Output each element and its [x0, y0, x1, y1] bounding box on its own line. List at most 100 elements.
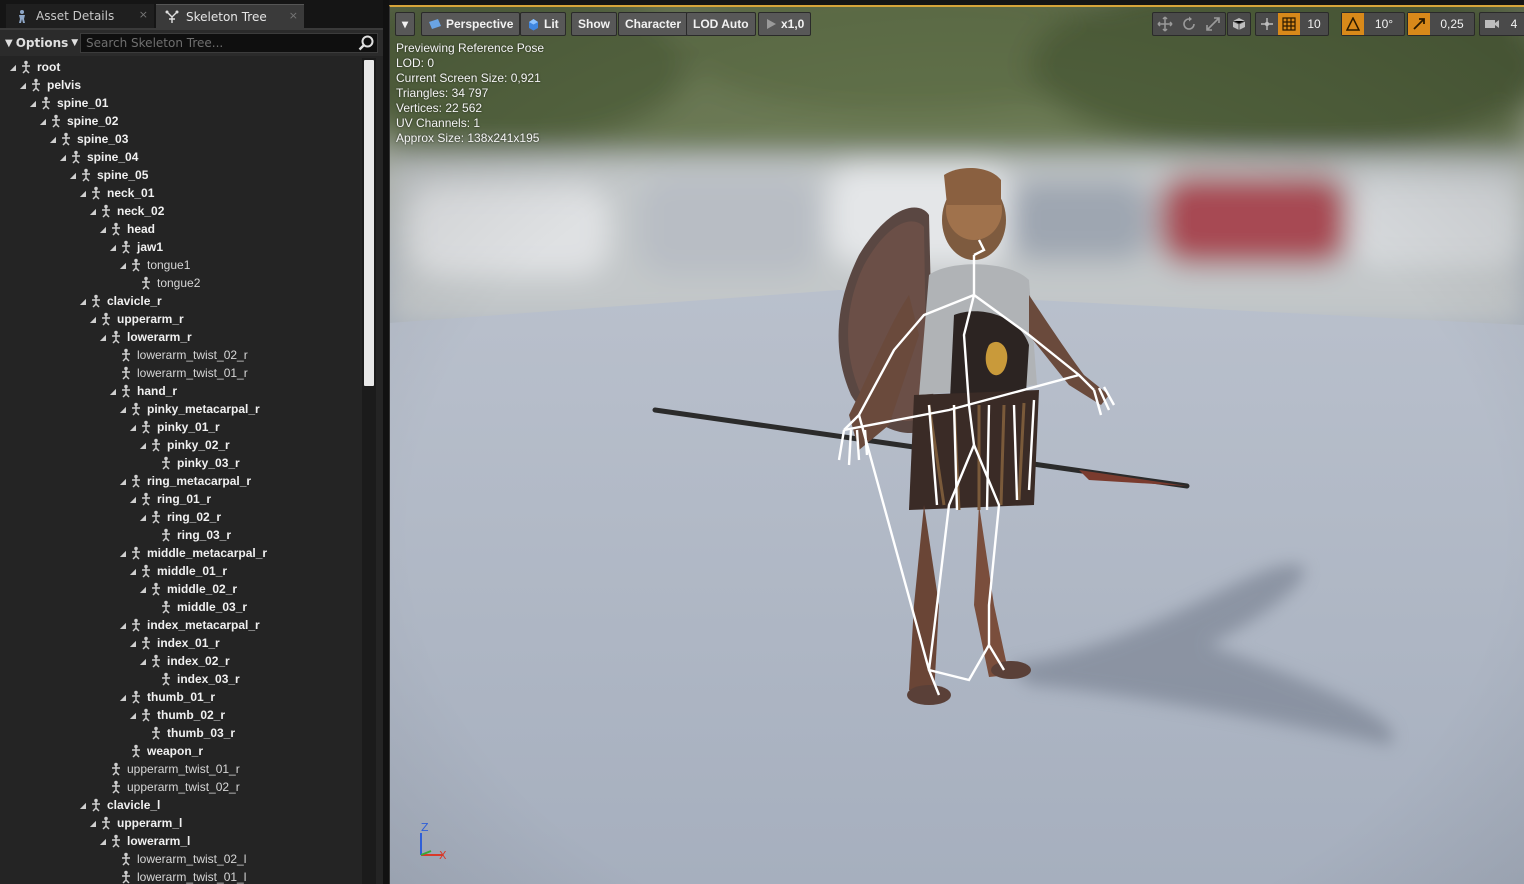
rotate-icon[interactable]: [1177, 13, 1201, 35]
scale-snap-icon[interactable]: [1408, 13, 1430, 35]
tree-row-ring-01-r[interactable]: ◢ ring_01_r: [0, 490, 362, 508]
expand-arrow-icon[interactable]: ◢: [108, 387, 118, 396]
expand-arrow-icon[interactable]: ◢: [128, 567, 138, 576]
tree-row-neck-01[interactable]: ◢ neck_01: [0, 184, 362, 202]
expand-arrow-icon[interactable]: ◢: [68, 171, 78, 180]
expand-arrow-icon[interactable]: ◢: [98, 225, 108, 234]
lod-button[interactable]: LOD Auto: [686, 12, 756, 36]
tree-row-tongue1[interactable]: ◢ tongue1: [0, 256, 362, 274]
show-button[interactable]: Show: [571, 12, 617, 36]
expand-arrow-icon[interactable]: ◢: [18, 81, 28, 90]
tree-row-thumb-03-r[interactable]: thumb_03_r: [0, 724, 362, 742]
options-button[interactable]: ▼ Options ▼: [5, 35, 78, 51]
tree-row-tongue2[interactable]: tongue2: [0, 274, 362, 292]
tab-asset-details[interactable]: Asset Details ×: [6, 4, 154, 28]
tree-row-pinky-01-r[interactable]: ◢ pinky_01_r: [0, 418, 362, 436]
playback-speed-button[interactable]: x1,0: [758, 12, 812, 36]
tree-row-ring-03-r[interactable]: ring_03_r: [0, 526, 362, 544]
tree-row-jaw1[interactable]: ◢ jaw1: [0, 238, 362, 256]
perspective-button[interactable]: Perspective: [421, 12, 521, 36]
expand-arrow-icon[interactable]: ◢: [78, 297, 88, 306]
search-icon[interactable]: [358, 35, 374, 51]
tree-row-ring-02-r[interactable]: ◢ ring_02_r: [0, 508, 362, 526]
tree-row-pinky-03-r[interactable]: pinky_03_r: [0, 454, 362, 472]
surface-snap-icon[interactable]: [1256, 13, 1278, 35]
camera-speed-value[interactable]: 4: [1504, 13, 1524, 35]
tree-row-spine-05[interactable]: ◢ spine_05: [0, 166, 362, 184]
expand-arrow-icon[interactable]: ◢: [118, 549, 128, 558]
scale-snap-value[interactable]: 0,25: [1430, 13, 1474, 35]
expand-arrow-icon[interactable]: ◢: [118, 693, 128, 702]
tree-row-pinky-02-r[interactable]: ◢ pinky_02_r: [0, 436, 362, 454]
expand-arrow-icon[interactable]: ◢: [118, 621, 128, 630]
expand-arrow-icon[interactable]: ◢: [28, 99, 38, 108]
expand-arrow-icon[interactable]: ◢: [118, 261, 128, 270]
expand-arrow-icon[interactable]: ◢: [108, 243, 118, 252]
tree-row-spine-01[interactable]: ◢ spine_01: [0, 94, 362, 112]
viewport-menu-button[interactable]: ▾: [395, 12, 415, 36]
tree-row-pelvis[interactable]: ◢ pelvis: [0, 76, 362, 94]
tree-row-thumb-01-r[interactable]: ◢ thumb_01_r: [0, 688, 362, 706]
preview-viewport[interactable]: ▾ Perspective Lit Show Character LOD Aut…: [389, 5, 1524, 884]
tree-row-lowerarm-twist-01-r[interactable]: lowerarm_twist_01_r: [0, 364, 362, 382]
tree-row-upperarm-twist-02-r[interactable]: upperarm_twist_02_r: [0, 778, 362, 796]
tree-row-head[interactable]: ◢ head: [0, 220, 362, 238]
search-input[interactable]: [80, 33, 378, 53]
tree-row-clavicle-l[interactable]: ◢ clavicle_l: [0, 796, 362, 814]
tree-row-spine-03[interactable]: ◢ spine_03: [0, 130, 362, 148]
tree-row-middle-02-r[interactable]: ◢ middle_02_r: [0, 580, 362, 598]
expand-arrow-icon[interactable]: ◢: [118, 477, 128, 486]
tree-row-middle-03-r[interactable]: middle_03_r: [0, 598, 362, 616]
tree-row-index-metacarpal-r[interactable]: ◢ index_metacarpal_r: [0, 616, 362, 634]
tree-row-index-02-r[interactable]: ◢ index_02_r: [0, 652, 362, 670]
expand-arrow-icon[interactable]: ◢: [38, 117, 48, 126]
scale-icon[interactable]: [1201, 13, 1225, 35]
tree-row-lowerarm-twist-02-l[interactable]: lowerarm_twist_02_l: [0, 850, 362, 868]
tree-row-lowerarm-twist-02-r[interactable]: lowerarm_twist_02_r: [0, 346, 362, 364]
world-local-toggle[interactable]: [1227, 12, 1251, 36]
expand-arrow-icon[interactable]: ◢: [138, 585, 148, 594]
rotation-snap-icon[interactable]: [1342, 13, 1364, 35]
tree-row-root[interactable]: ◢ root: [0, 58, 362, 76]
expand-arrow-icon[interactable]: ◢: [88, 207, 98, 216]
tree-row-spine-04[interactable]: ◢ spine_04: [0, 148, 362, 166]
tree-row-upperarm-l[interactable]: ◢ upperarm_l: [0, 814, 362, 832]
expand-arrow-icon[interactable]: ◢: [98, 333, 108, 342]
expand-arrow-icon[interactable]: ◢: [128, 711, 138, 720]
grid-snap-icon[interactable]: [1278, 13, 1300, 35]
tree-scrollbar[interactable]: [362, 58, 376, 884]
translate-icon[interactable]: [1153, 13, 1177, 35]
tree-row-ring-metacarpal-r[interactable]: ◢ ring_metacarpal_r: [0, 472, 362, 490]
tree-row-weapon-r[interactable]: weapon_r: [0, 742, 362, 760]
expand-arrow-icon[interactable]: ◢: [138, 513, 148, 522]
expand-arrow-icon[interactable]: ◢: [78, 189, 88, 198]
expand-arrow-icon[interactable]: ◢: [118, 405, 128, 414]
expand-arrow-icon[interactable]: ◢: [88, 315, 98, 324]
character-button[interactable]: Character: [618, 12, 689, 36]
grid-snap-value[interactable]: 10: [1300, 13, 1328, 35]
tree-row-lowerarm-l[interactable]: ◢ lowerarm_l: [0, 832, 362, 850]
tree-row-upperarm-twist-01-r[interactable]: upperarm_twist_01_r: [0, 760, 362, 778]
expand-arrow-icon[interactable]: ◢: [58, 153, 68, 162]
expand-arrow-icon[interactable]: ◢: [98, 837, 108, 846]
tree-row-thumb-02-r[interactable]: ◢ thumb_02_r: [0, 706, 362, 724]
close-tab-icon[interactable]: ×: [289, 9, 298, 22]
close-tab-icon[interactable]: ×: [139, 8, 148, 21]
scrollbar-thumb[interactable]: [364, 60, 374, 386]
expand-arrow-icon[interactable]: ◢: [128, 495, 138, 504]
tree-row-hand-r[interactable]: ◢ hand_r: [0, 382, 362, 400]
tree-row-middle-01-r[interactable]: ◢ middle_01_r: [0, 562, 362, 580]
tree-row-lowerarm-r[interactable]: ◢ lowerarm_r: [0, 328, 362, 346]
expand-arrow-icon[interactable]: ◢: [88, 819, 98, 828]
expand-arrow-icon[interactable]: ◢: [78, 801, 88, 810]
expand-arrow-icon[interactable]: ◢: [138, 441, 148, 450]
expand-arrow-icon[interactable]: ◢: [128, 639, 138, 648]
tree-row-upperarm-r[interactable]: ◢ upperarm_r: [0, 310, 362, 328]
expand-arrow-icon[interactable]: ◢: [48, 135, 58, 144]
camera-speed-group[interactable]: 4: [1479, 12, 1524, 36]
tree-row-pinky-metacarpal-r[interactable]: ◢ pinky_metacarpal_r: [0, 400, 362, 418]
tree-row-lowerarm-twist-01-l[interactable]: lowerarm_twist_01_l: [0, 868, 362, 884]
tree-row-spine-02[interactable]: ◢ spine_02: [0, 112, 362, 130]
tree-row-neck-02[interactable]: ◢ neck_02: [0, 202, 362, 220]
tree-row-index-01-r[interactable]: ◢ index_01_r: [0, 634, 362, 652]
